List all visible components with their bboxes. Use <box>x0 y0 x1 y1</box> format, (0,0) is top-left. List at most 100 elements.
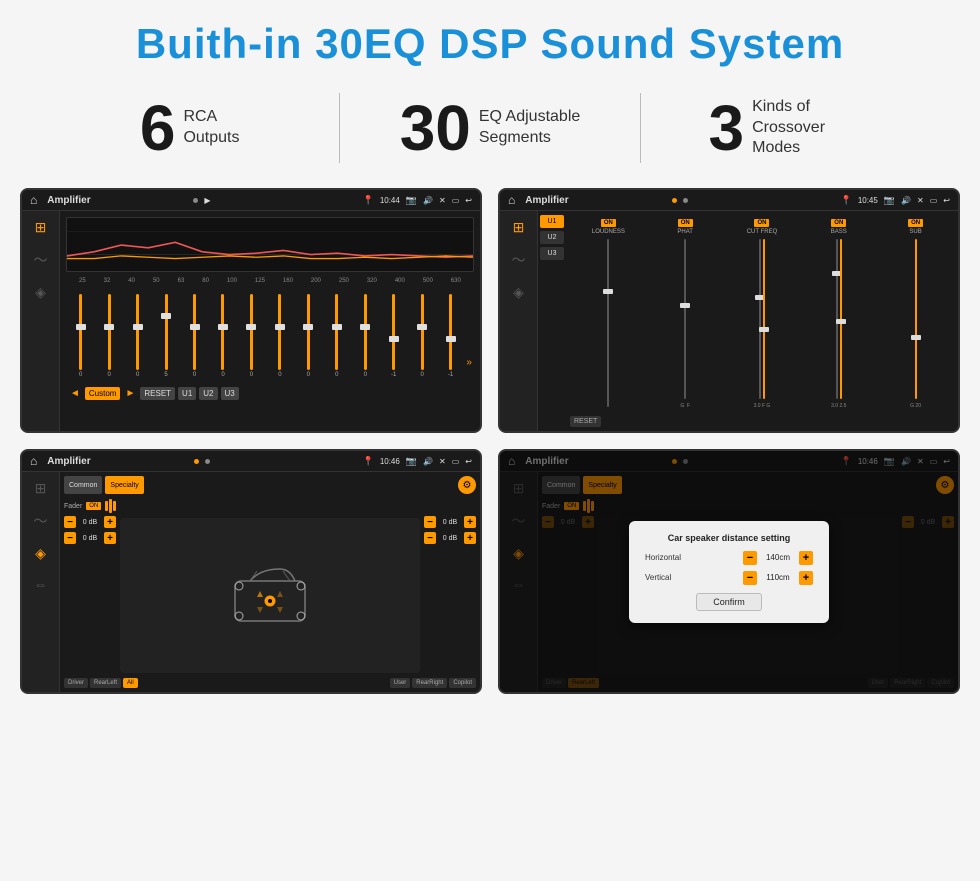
speaker-home-icon[interactable]: ⌂ <box>30 454 37 468</box>
eq-u2-btn[interactable]: U2 <box>199 387 217 400</box>
dialog-confirm-button[interactable]: Confirm <box>696 593 762 611</box>
stat-crossover: 3 Kinds of Crossover Modes <box>661 96 920 160</box>
db-minus-rl[interactable]: − <box>64 532 76 544</box>
eq-close-icon[interactable]: ✕ <box>439 196 446 205</box>
db-minus-fl[interactable]: − <box>64 516 76 528</box>
speaker-bottom-buttons: Driver RearLeft All User RearRight Copil… <box>64 678 476 688</box>
sub-on: ON <box>908 219 923 227</box>
speaker-icon-eq[interactable]: ⊞ <box>35 480 47 497</box>
db-plus-fr[interactable]: + <box>464 516 476 528</box>
db-value-rr: 0 dB <box>439 535 461 542</box>
db-minus-fr[interactable]: − <box>424 516 436 528</box>
dialog-vertical-controls: − 110cm + <box>743 571 813 585</box>
btn-user[interactable]: User <box>390 678 411 688</box>
cutfreq-on: ON <box>754 219 769 227</box>
eq-icon-wave[interactable]: 〜 <box>34 250 48 270</box>
dialog-h-minus[interactable]: − <box>743 551 757 565</box>
speaker-dot1 <box>194 459 199 464</box>
stats-row: 6 RCA Outputs 30 EQ Adjustable Segments … <box>0 78 980 178</box>
stat-text-eq: EQ Adjustable Segments <box>479 107 580 149</box>
btn-rearright[interactable]: RearRight <box>412 678 447 688</box>
eq-custom-btn[interactable]: Custom <box>85 387 121 400</box>
db-row-left-2: − 0 dB + <box>64 532 116 544</box>
eq-sidebar: ⊞ 〜 ◈ <box>22 211 60 431</box>
cutfreq-vals: 3.0 F G <box>754 403 771 409</box>
speaker-tabs: Common Specialty ⚙ <box>64 476 476 494</box>
speaker-window-icon[interactable]: ▭ <box>452 457 460 466</box>
speaker-sidebar: ⊞ 〜 ◈ ⇔ <box>22 472 60 692</box>
btn-copilot[interactable]: Copilot <box>449 678 476 688</box>
crossover-icon-eq[interactable]: ⊞ <box>513 219 525 236</box>
stat-eq: 30 EQ Adjustable Segments <box>360 96 619 160</box>
eq-volume-icon: 🔊 <box>423 196 433 205</box>
eq-home-icon[interactable]: ⌂ <box>30 193 37 207</box>
crossover-home-icon[interactable]: ⌂ <box>508 193 515 207</box>
eq-dot1 <box>193 198 198 203</box>
speaker-icon-arrows[interactable]: ⇔ <box>34 576 48 592</box>
dialog-v-minus[interactable]: − <box>743 571 757 585</box>
tab-common[interactable]: Common <box>64 476 102 494</box>
db-value-rl: 0 dB <box>79 535 101 542</box>
db-value-fr: 0 dB <box>439 519 461 526</box>
db-plus-rr[interactable]: + <box>464 532 476 544</box>
crossover-icon-speaker[interactable]: ◈ <box>513 284 524 301</box>
speaker-back-icon[interactable]: ↩ <box>465 457 472 466</box>
dialog-h-plus[interactable]: + <box>799 551 813 565</box>
dialog-horizontal-controls: − 140cm + <box>743 551 813 565</box>
speaker-app-name: Amplifier <box>43 456 188 467</box>
crossover-u3-btn[interactable]: U3 <box>540 247 564 260</box>
eq-u1-btn[interactable]: U1 <box>178 387 196 400</box>
btn-rearleft[interactable]: RearLeft <box>90 678 121 688</box>
stat-rca: 6 RCA Outputs <box>60 96 319 160</box>
dialog-v-plus[interactable]: + <box>799 571 813 585</box>
speaker-settings-icon[interactable]: ⚙ <box>458 476 476 494</box>
eq-play-icon: ▶ <box>204 196 210 205</box>
crossover-app-name: Amplifier <box>521 195 666 206</box>
speaker-icon-speaker[interactable]: ◈ <box>35 545 46 562</box>
crossover-location-icon: 📍 <box>841 195 852 206</box>
eq-icon-eq[interactable]: ⊞ <box>35 219 47 236</box>
db-minus-rr[interactable]: − <box>424 532 436 544</box>
eq-slider-3: 0 <box>125 294 150 378</box>
crossover-dot2 <box>683 198 688 203</box>
eq-sliders: 0 0 0 5 0 <box>66 290 474 380</box>
crossover-close-icon[interactable]: ✕ <box>917 196 924 205</box>
speaker-close-icon[interactable]: ✕ <box>439 457 446 466</box>
btn-all[interactable]: All <box>123 678 138 688</box>
eq-app-name: Amplifier <box>43 195 187 206</box>
eq-time: 10:44 <box>380 196 400 205</box>
stat-divider-1 <box>339 93 340 163</box>
speaker-icon-wave[interactable]: 〜 <box>34 511 48 531</box>
tab-specialty[interactable]: Specialty <box>105 476 143 494</box>
eq-u3-btn[interactable]: U3 <box>221 387 239 400</box>
eq-window-icon[interactable]: ▭ <box>452 196 460 205</box>
crossover-icon-wave[interactable]: 〜 <box>512 250 526 270</box>
crossover-u1-btn[interactable]: U1 <box>540 215 564 228</box>
eq-back-icon[interactable]: ↩ <box>465 196 472 205</box>
eq-next-arrow[interactable]: ► <box>123 388 137 399</box>
crossover-presets: U1 U2 U3 <box>538 211 566 431</box>
db-plus-rl[interactable]: + <box>104 532 116 544</box>
speaker-volume-icon: 🔊 <box>423 457 433 466</box>
btn-driver[interactable]: Driver <box>64 678 88 688</box>
eq-icon-speaker[interactable]: ◈ <box>35 284 46 301</box>
eq-slider-9: 0 <box>296 294 321 378</box>
db-plus-fl[interactable]: + <box>104 516 116 528</box>
crossover-reset-btn[interactable]: RESET <box>570 416 601 427</box>
cutfreq-label: CUT FREQ <box>747 229 778 235</box>
crossover-screen: ⌂ Amplifier 📍 10:45 📷 🔊 ✕ ▭ ↩ ⊞ 〜 ◈ U1 U… <box>498 188 960 433</box>
crossover-back-icon[interactable]: ↩ <box>943 196 950 205</box>
eq-controls: ◄ Custom ► RESET U1 U2 U3 <box>66 384 474 403</box>
crossover-window-icon[interactable]: ▭ <box>930 196 938 205</box>
dialog-horizontal-row: Horizontal − 140cm + <box>645 551 813 565</box>
fader-on-badge[interactable]: ON <box>86 502 101 510</box>
dialog-h-value: 140cm <box>760 553 796 562</box>
eq-graph <box>66 217 474 272</box>
eq-slider-14: -1 <box>438 294 463 378</box>
eq-reset-btn[interactable]: RESET <box>140 387 175 400</box>
dialog-overlay: Car speaker distance setting Horizontal … <box>500 451 958 692</box>
eq-freq-labels: 2532405063 80100125160200 25032040050063… <box>66 276 474 286</box>
eq-prev-arrow[interactable]: ◄ <box>68 388 82 399</box>
eq-location-icon: 📍 <box>363 195 374 206</box>
crossover-u2-btn[interactable]: U2 <box>540 231 564 244</box>
